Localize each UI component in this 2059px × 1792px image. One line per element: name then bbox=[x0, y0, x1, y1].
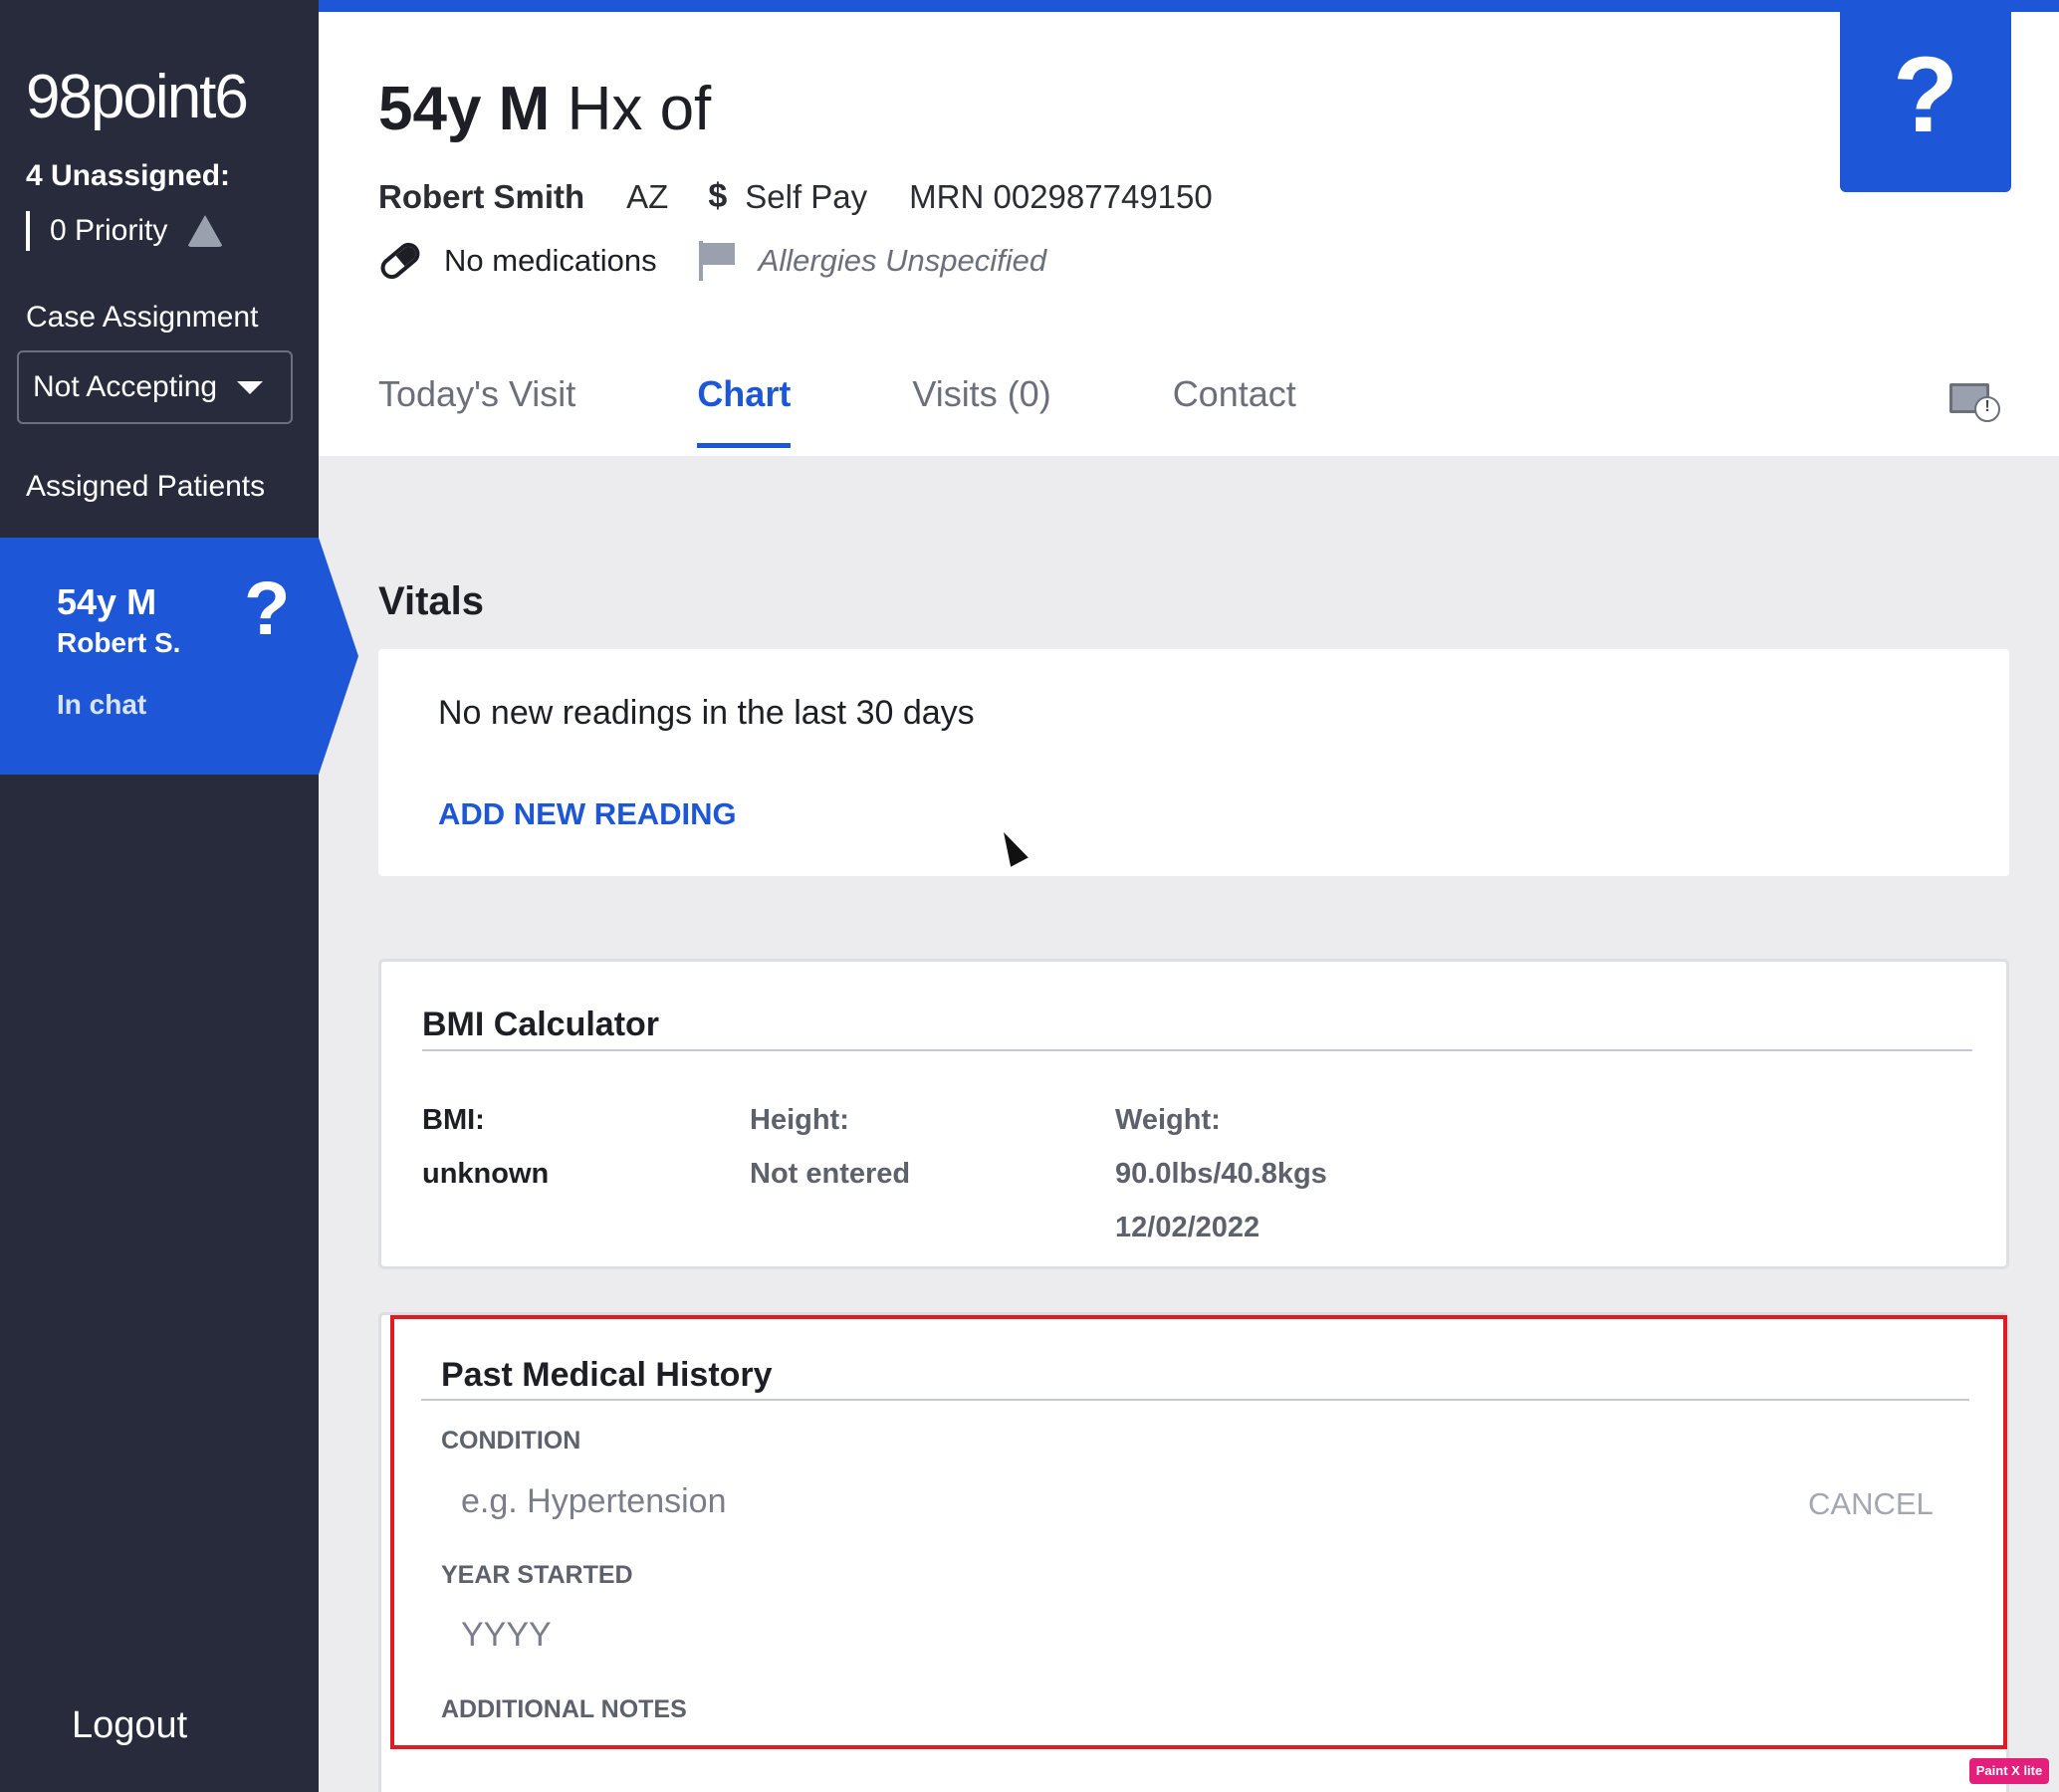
case-assignment-label: Case Assignment bbox=[26, 301, 259, 334]
assigned-patients-label: Assigned Patients bbox=[26, 470, 266, 503]
mail-alert-icon[interactable] bbox=[1949, 383, 2000, 422]
bmi-heading: BMI Calculator bbox=[422, 1006, 660, 1043]
sidebar: 98point6 4 Unassigned: 0 Priority Case A… bbox=[0, 0, 358, 1792]
priority-divider bbox=[26, 211, 30, 251]
tab-chart[interactable]: Chart bbox=[697, 373, 792, 457]
priority-label: 0 Priority bbox=[50, 214, 168, 247]
flag-icon bbox=[698, 241, 737, 281]
height-label: Height: bbox=[750, 1104, 849, 1136]
vitals-message: No new readings in the last 30 days bbox=[438, 694, 975, 732]
warning-triangle-icon bbox=[187, 215, 224, 247]
bmi-calculator-card: BMI Calculator BMI: unknown Height: Not … bbox=[378, 959, 2009, 1269]
unassigned-count: 4 Unassigned: bbox=[26, 159, 231, 192]
bmi-value: unknown bbox=[422, 1158, 550, 1190]
patient-state: AZ bbox=[626, 177, 669, 215]
question-mark-icon: ? bbox=[244, 566, 291, 651]
tab-contact[interactable]: Contact bbox=[1173, 373, 1296, 457]
bmi-column: BMI: unknown bbox=[422, 1093, 549, 1201]
patient-card-name: Robert S. bbox=[57, 627, 181, 658]
patient-mrn: MRN 002987749150 bbox=[909, 177, 1213, 215]
pill-icon bbox=[376, 238, 424, 284]
logo: 98point6 bbox=[26, 63, 249, 131]
patient-name: Robert Smith bbox=[378, 177, 585, 215]
top-accent-bar bbox=[319, 0, 2059, 12]
patient-card[interactable]: 54y M Robert S. In chat ? bbox=[0, 538, 358, 775]
tab-bar: Today's Visit Chart Visits (0) Contact bbox=[378, 373, 1418, 457]
weight-date: 12/02/2022 bbox=[1115, 1212, 1260, 1243]
watermark-badge: Paint X lite bbox=[1969, 1758, 2049, 1784]
patient-card-age-sex: 54y M bbox=[57, 581, 157, 622]
case-assignment-select[interactable]: Not Accepting bbox=[17, 350, 293, 424]
meds-allergies-row: No medications Allergies Unspecified bbox=[376, 238, 1047, 284]
page-title: 54y M Hx of bbox=[378, 74, 711, 144]
payment-type: Self Pay bbox=[745, 177, 868, 215]
add-new-reading-button[interactable]: ADD NEW READING bbox=[438, 796, 737, 832]
patient-card-status: In chat bbox=[57, 689, 147, 720]
title-age-sex: 54y M bbox=[378, 75, 551, 143]
height-value: Not entered bbox=[750, 1158, 911, 1190]
tab-visits[interactable]: Visits (0) bbox=[912, 373, 1050, 457]
weight-value: 90.0lbs/40.8kgs bbox=[1115, 1158, 1327, 1190]
patient-meta: Robert Smith AZ $ Self Pay MRN 002987749… bbox=[378, 177, 1213, 216]
highlight-box bbox=[390, 1315, 2007, 1749]
height-column: Height: Not entered bbox=[750, 1093, 910, 1201]
vitals-heading: Vitals bbox=[378, 579, 484, 623]
bmi-divider bbox=[422, 1049, 1972, 1051]
title-history: Hx of bbox=[567, 75, 712, 143]
caret-down-icon bbox=[237, 380, 264, 394]
help-button[interactable]: ? bbox=[1840, 0, 2011, 192]
dollar-icon: $ bbox=[708, 177, 728, 215]
weight-label: Weight: bbox=[1115, 1104, 1221, 1136]
bmi-label: BMI: bbox=[422, 1104, 485, 1136]
priority-count: 0 Priority bbox=[26, 209, 224, 253]
logout-link[interactable]: Logout bbox=[72, 1704, 187, 1747]
case-assignment-value: Not Accepting bbox=[33, 370, 218, 403]
medications-text: No medications bbox=[444, 243, 657, 278]
allergies-text: Allergies Unspecified bbox=[758, 243, 1047, 278]
tab-todays-visit[interactable]: Today's Visit bbox=[378, 373, 575, 457]
vitals-card: No new readings in the last 30 days ADD … bbox=[378, 649, 2009, 876]
weight-column: Weight: 90.0lbs/40.8kgs 12/02/2022 bbox=[1115, 1093, 1327, 1254]
